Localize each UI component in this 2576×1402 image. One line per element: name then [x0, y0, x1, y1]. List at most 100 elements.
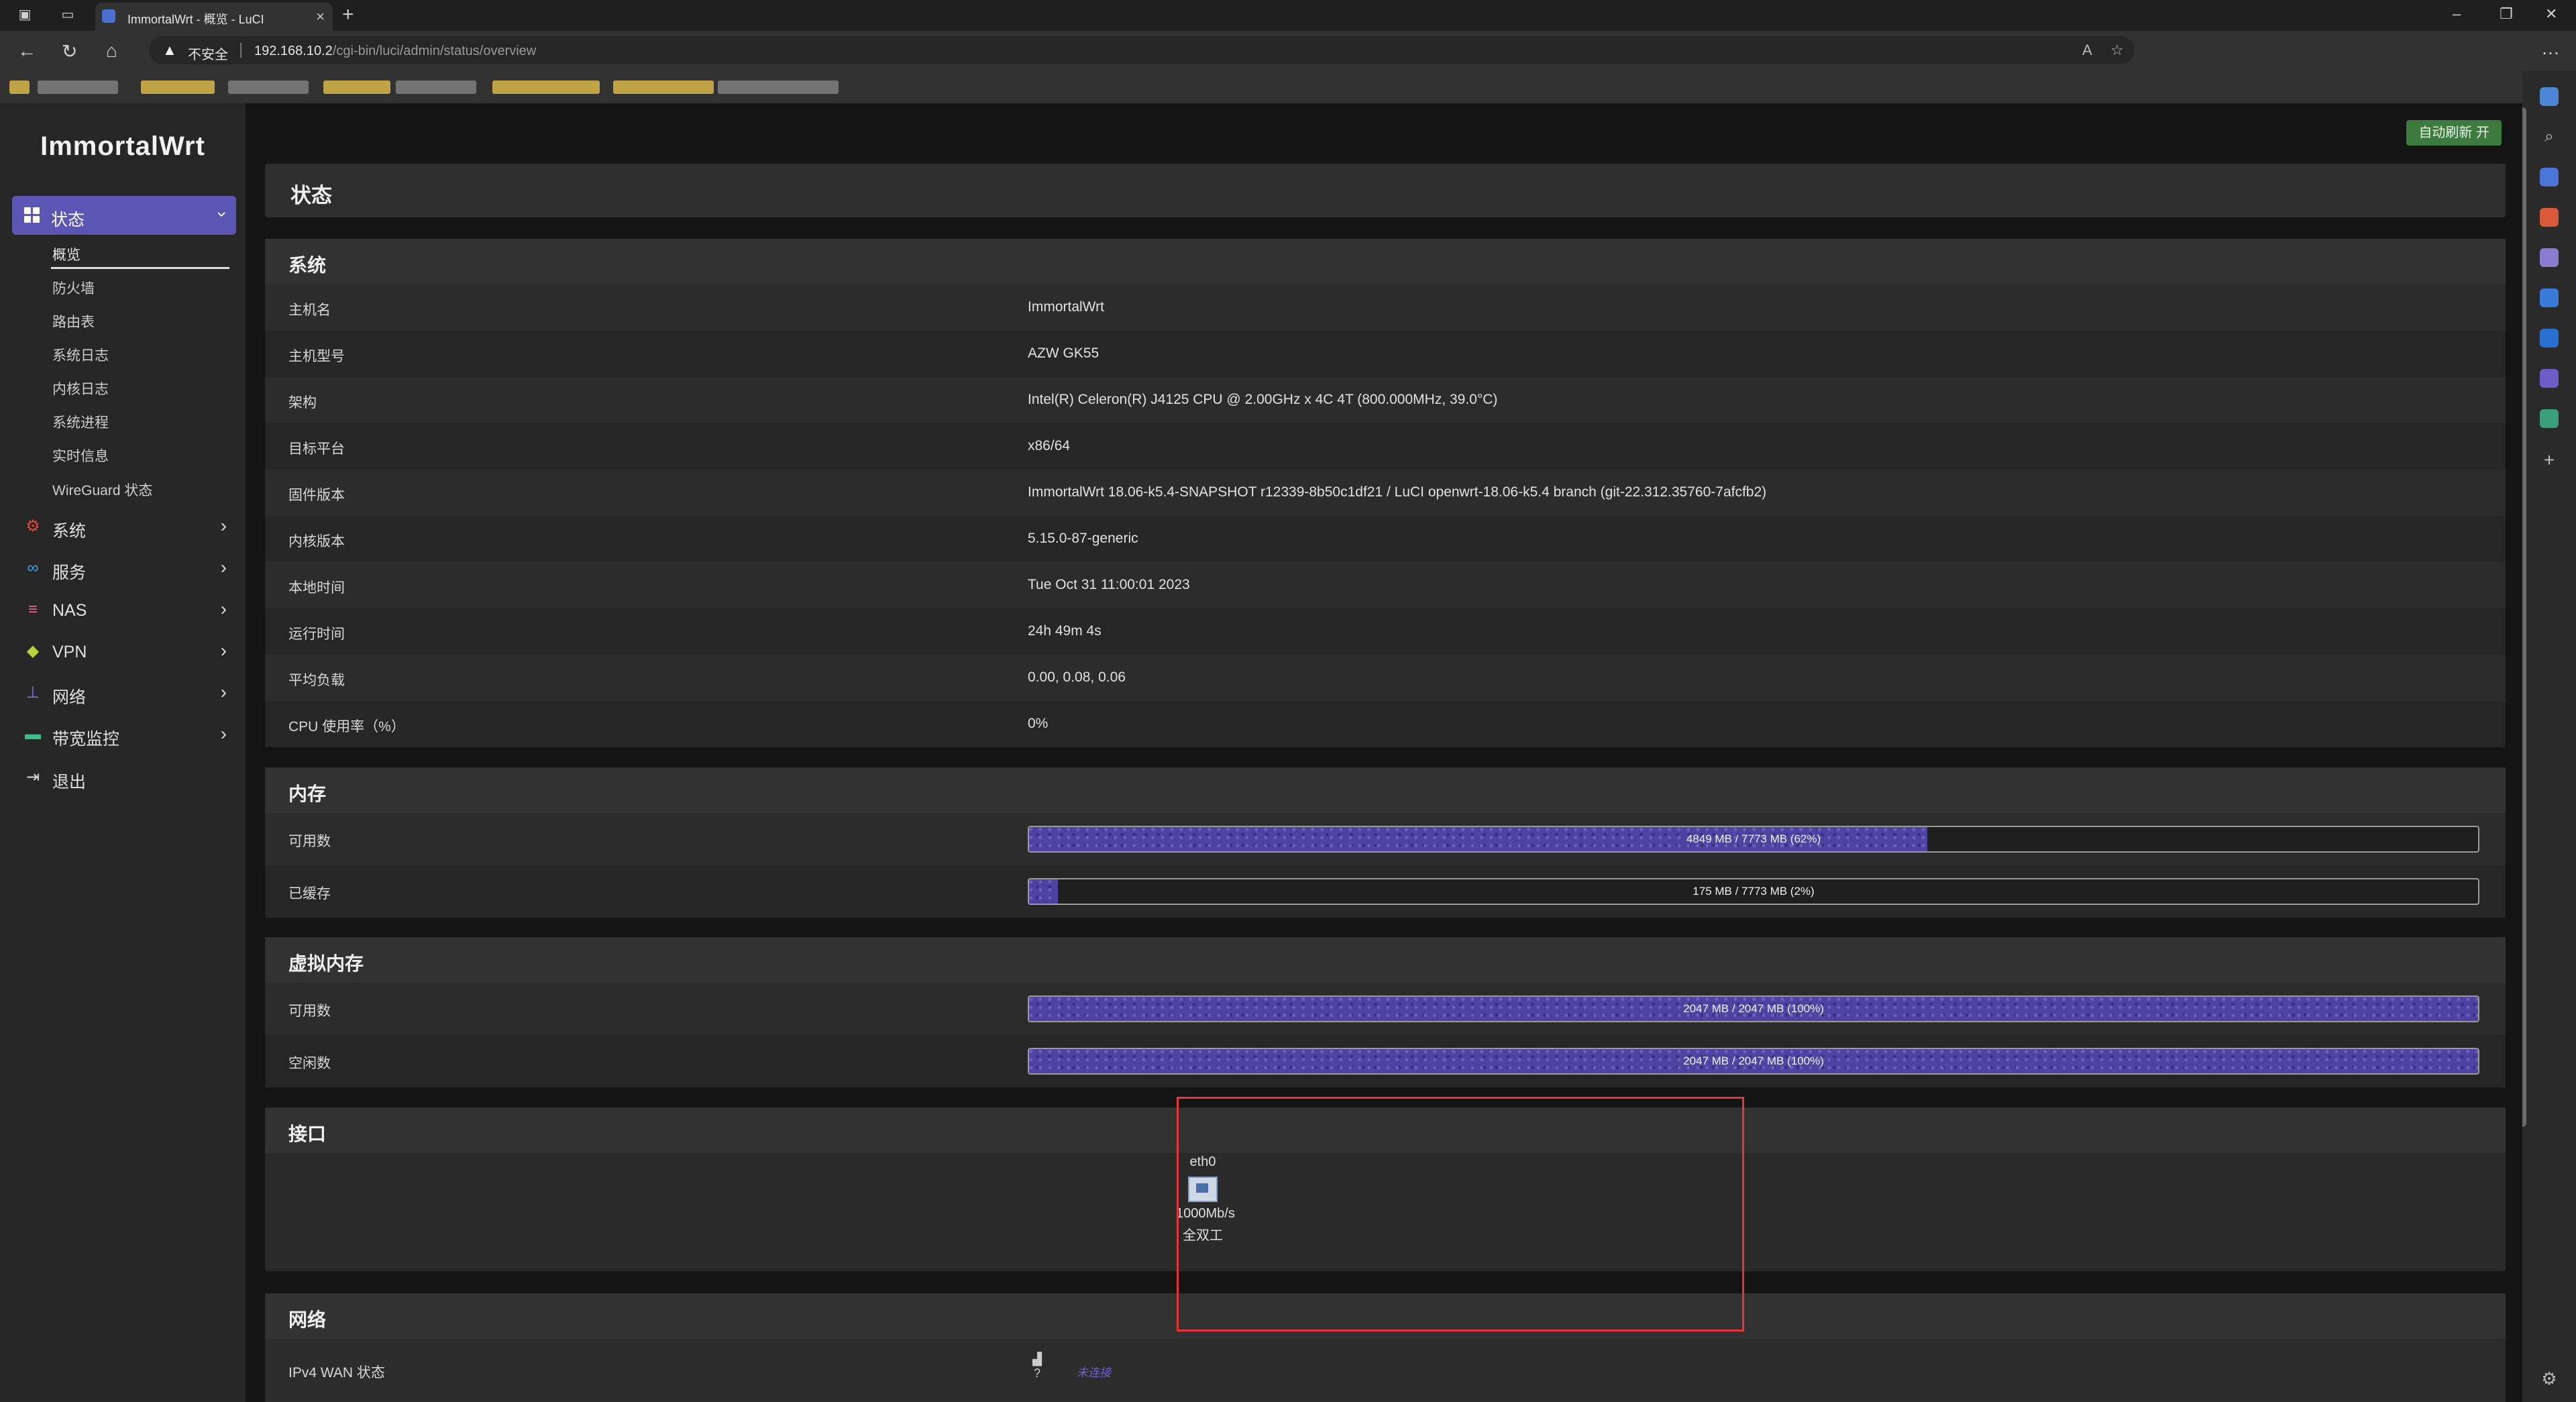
outlook-icon[interactable] [2540, 329, 2559, 347]
logout-icon: ⇥ [25, 768, 40, 786]
database-icon: ≡ [28, 600, 38, 618]
row-key: 主机名 [288, 303, 331, 318]
reload-icon[interactable]: ↻ [62, 40, 77, 62]
table-row: 运行时间 24h 49m 4s [265, 608, 2506, 655]
sub-item-overview[interactable]: 概览 [52, 244, 80, 264]
table-row: 本地时间 Tue Oct 31 11:00:01 2023 [265, 562, 2506, 608]
bookmark-item[interactable] [38, 80, 118, 94]
bookmark-item[interactable] [228, 80, 309, 94]
browser-tab-bar: ▣ ▭ ImmortalWrt - 概览 - LuCI × + – ❐ ✕ [0, 0, 2576, 31]
section-title: 系统 [288, 255, 327, 276]
chevron-right-icon: › [220, 598, 227, 619]
progress-bar: 2047 MB / 2047 MB (100%) [1028, 995, 2479, 1022]
table-row: 内核版本 5.15.0-87-generic [265, 516, 2506, 562]
progress-bar: 175 MB / 7773 MB (2%) [1028, 878, 2479, 905]
bookmark-item[interactable] [141, 80, 215, 94]
sub-item-processes[interactable]: 系统进程 [52, 412, 109, 432]
memory-table: 可用数 4849 MB / 7773 MB (62%) 已缓存 175 MB /… [265, 813, 2506, 918]
sub-item-syslog[interactable]: 系统日志 [52, 345, 109, 365]
section-header: 虚拟内存 [265, 937, 2506, 983]
table-row: 可用数 4849 MB / 7773 MB (62%) [265, 813, 2506, 865]
add-icon[interactable]: + [2540, 449, 2559, 470]
luci-sidebar: ImmortalWrt 状态 › 概览 防火墙 路由表 系统日志 内核日志 系统… [0, 103, 246, 1402]
workspaces-icon[interactable]: ▣ [16, 6, 34, 23]
sidebar-item-bandwidth[interactable]: ▬ 带宽监控 › [24, 722, 227, 749]
sidebar-item-status[interactable]: 状态 › [12, 196, 236, 235]
sidebar-item-services[interactable]: ∞ 服务 › [24, 555, 227, 582]
system-table: 主机名 ImmortalWrt 主机型号 AZW GK55 架构 Intel(R) C… [265, 284, 2506, 747]
security-label[interactable]: 不安全 [188, 44, 228, 63]
sidebar-item-label: 系统 [52, 522, 87, 541]
network-icon: ⊥ [25, 684, 40, 702]
browser-side-panel: ⌕ + ⚙ [2522, 71, 2576, 1402]
bookmark-item[interactable] [9, 80, 30, 94]
warning-icon[interactable]: ▲ [162, 42, 177, 59]
bookmark-item[interactable] [492, 80, 600, 94]
sub-item-wireguard[interactable]: WireGuard 状态 [52, 480, 152, 500]
link-icon: ∞ [27, 559, 39, 577]
row-key: 主机型号 [288, 349, 345, 364]
read-aloud-icon[interactable]: A [2082, 42, 2092, 59]
row-key: 固件版本 [288, 488, 345, 503]
bookmark-item[interactable] [396, 80, 476, 94]
search-icon[interactable]: ⌕ [2540, 127, 2559, 146]
designer-icon[interactable] [2540, 369, 2559, 388]
restore-icon[interactable]: ❐ [2500, 5, 2513, 23]
window-close-icon[interactable]: ✕ [2545, 5, 2557, 23]
table-row: 平均负载 0.00, 0.08, 0.06 [265, 655, 2506, 701]
sub-item-firewall[interactable]: 防火墙 [52, 278, 95, 298]
sidebar-item-network[interactable]: ⊥ 网络 › [24, 680, 227, 707]
progress-text: 2047 MB / 2047 MB (100%) [1683, 1002, 1824, 1015]
office-icon[interactable] [2540, 288, 2559, 307]
chevron-down-icon: › [213, 211, 233, 217]
tab-close-icon[interactable]: × [316, 8, 325, 25]
sub-item-kernel-log[interactable]: 内核日志 [52, 378, 109, 398]
browser-tab[interactable]: ImmortalWrt - 概览 - LuCI × [95, 3, 333, 31]
games-icon[interactable] [2540, 248, 2559, 267]
page-title-panel: 状态 [265, 164, 2506, 217]
sidebar-item-logout[interactable]: ⇥ 退出 [24, 765, 225, 792]
url-text[interactable]: 192.168.10.2/cgi-bin/luci/admin/status/o… [254, 44, 536, 59]
table-row: 目标平台 x86/64 [265, 423, 2506, 470]
sidebar-item-system[interactable]: ⚙ 系统 › [24, 514, 227, 541]
row-key: 已缓存 [288, 886, 331, 902]
bookmark-item[interactable] [613, 80, 714, 94]
table-row: CPU 使用率（%） 0% [265, 701, 2506, 747]
new-tab-icon[interactable]: + [342, 3, 354, 26]
logo[interactable]: ImmortalWrt [0, 131, 246, 162]
sub-item-routes[interactable]: 路由表 [52, 311, 95, 331]
sidebar-item-label: 网络 [52, 688, 87, 707]
shopping-icon[interactable] [2540, 168, 2559, 186]
row-value: 5.15.0-87-generic [1028, 531, 1138, 546]
swap-table: 可用数 2047 MB / 2047 MB (100%) 空闲数 2047 MB… [265, 983, 2506, 1087]
table-row: 架构 Intel(R) Celeron(R) J4125 CPU @ 2.00GH… [265, 377, 2506, 423]
tab-actions-icon[interactable]: ▭ [59, 6, 76, 23]
sidebar-item-label: 带宽监控 [52, 730, 120, 749]
send-icon[interactable] [2540, 409, 2559, 428]
section-title: 接口 [288, 1124, 327, 1144]
row-value: 0.00, 0.08, 0.06 [1028, 669, 1126, 685]
chevron-right-icon: › [220, 557, 227, 578]
bookmark-item[interactable] [718, 80, 839, 94]
more-menu-icon[interactable]: … [2541, 38, 2560, 59]
tools-icon[interactable] [2540, 208, 2559, 227]
copilot-icon[interactable] [2540, 87, 2559, 106]
settings-icon[interactable]: ⚙ [2540, 1368, 2559, 1389]
row-key: 本地时间 [288, 580, 345, 596]
gear-icon: ⚙ [25, 517, 40, 535]
wan-status: 未连接 [1077, 1366, 1111, 1379]
address-bar[interactable]: ▲ 不安全 | 192.168.10.2/cgi-bin/luci/admin/… [149, 36, 2135, 64]
home-icon[interactable]: ⌂ [106, 40, 117, 62]
sub-item-realtime[interactable]: 实时信息 [52, 445, 109, 466]
auto-refresh-button[interactable]: 自动刷新 开 [2406, 120, 2502, 146]
favorite-star-icon[interactable]: ☆ [2110, 42, 2124, 59]
back-icon[interactable]: ← [17, 40, 36, 62]
sidebar-item-vpn[interactable]: ◆ VPN › [24, 639, 227, 665]
minimize-icon[interactable]: – [2453, 5, 2461, 23]
table-row: 固件版本 ImmortalWrt 18.06-k5.4-SNAPSHOT r123… [265, 470, 2506, 516]
row-value: Tue Oct 31 11:00:01 2023 [1028, 577, 1190, 592]
sidebar-item-label: 服务 [52, 563, 87, 582]
sidebar-item-nas[interactable]: ≡ NAS › [24, 597, 227, 624]
row-value: ImmortalWrt [1028, 299, 1104, 315]
bookmark-item[interactable] [323, 80, 390, 94]
